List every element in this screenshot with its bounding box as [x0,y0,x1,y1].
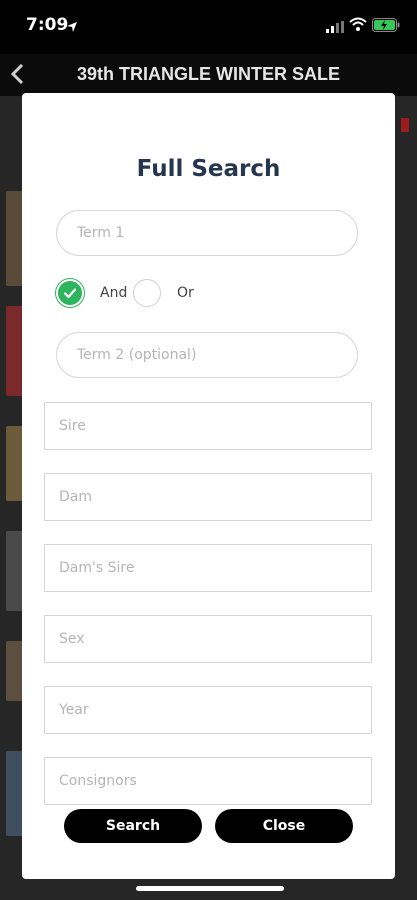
operator-radio-group: And Or [56,279,256,309]
background-mark [401,118,409,132]
or-label: Or [177,285,194,301]
wifi-icon [349,16,367,35]
or-radio[interactable] [133,279,161,307]
and-label: And [100,285,128,301]
search-button[interactable]: Search [64,809,202,843]
sire-input[interactable] [44,402,372,450]
close-button[interactable]: Close [215,809,353,843]
dams-sire-input[interactable] [44,544,372,592]
full-search-modal: Full Search And Or Search Close [22,93,395,879]
term2-input[interactable] [56,332,358,378]
home-indicator[interactable] [136,886,284,891]
year-input[interactable] [44,686,372,734]
location-arrow-icon [66,18,78,37]
consignors-input[interactable] [44,757,372,805]
app-bar: 39th TRIANGLE WINTER SALE [0,54,417,96]
and-radio[interactable] [56,279,84,307]
cellular-signal-icon [326,18,344,37]
dam-input[interactable] [44,473,372,521]
status-time: 7:09 [26,15,69,35]
modal-title: Full Search [136,156,281,182]
sex-input[interactable] [44,615,372,663]
app-title: 39th TRIANGLE WINTER SALE [76,64,340,84]
status-bar: 7:09 [0,0,417,54]
battery-charging-icon [372,17,400,36]
term1-input[interactable] [56,210,358,256]
checkmark-icon [63,288,77,299]
